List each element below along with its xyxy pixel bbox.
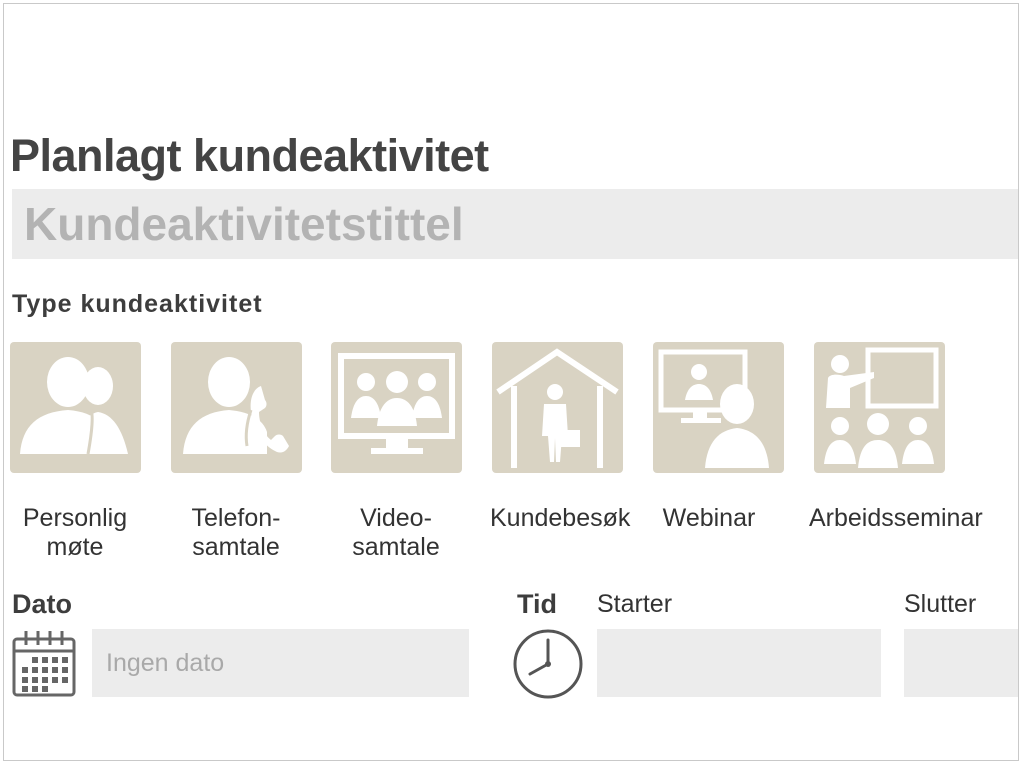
end-time-label: Slutter (904, 590, 977, 618)
label-line: samtale (352, 533, 440, 561)
label-line: Telefon- (191, 504, 281, 532)
form-frame: Planlagt kundeaktivitet Type kundeaktivi… (3, 3, 1019, 761)
label-line: møte (46, 533, 104, 561)
label-line: samtale (192, 533, 280, 561)
calendar-icon[interactable] (12, 629, 76, 699)
activity-type-label-personal: Personlig møte (4, 504, 150, 562)
label-line: Kundebesøk (490, 504, 631, 532)
page-title: Planlagt kundeaktivitet (10, 130, 489, 181)
customer-visit-icon (496, 348, 619, 468)
activity-type-video-call[interactable] (331, 342, 462, 473)
activity-type-phone-call[interactable] (171, 342, 302, 473)
activity-type-workshop[interactable] (814, 342, 945, 473)
activity-type-label-workshop: Arbeidsseminar (809, 504, 1018, 533)
start-time-label: Starter (597, 590, 673, 618)
start-time-field[interactable] (597, 629, 881, 697)
activity-title-input[interactable] (12, 189, 1018, 259)
end-time-field[interactable] (904, 629, 1018, 697)
label-line: Video- (360, 504, 432, 532)
label-line: Arbeidsseminar (809, 504, 983, 532)
activity-type-label-visit: Kundebesøk (482, 504, 634, 533)
phone-call-icon (183, 357, 289, 454)
clock-icon (513, 629, 583, 699)
activity-type-label-phone: Telefon- samtale (161, 504, 311, 562)
time-label: Tid (517, 589, 557, 619)
label-line: Personlig (22, 504, 128, 532)
video-conference-icon (338, 353, 455, 454)
date-field[interactable] (92, 629, 469, 697)
activity-type-customer-visit[interactable] (492, 342, 623, 473)
workshop-icon (824, 347, 939, 468)
webinar-icon (658, 349, 769, 468)
activity-type-personal-meeting[interactable] (10, 342, 141, 473)
activity-type-label: Type kundeaktivitet (12, 290, 263, 318)
activity-type-webinar[interactable] (653, 342, 784, 473)
activity-type-label-webinar: Webinar (644, 504, 774, 533)
meeting-people-icon (20, 357, 128, 455)
label-line: Webinar (662, 504, 756, 532)
activity-type-label-video: Video- samtale (321, 504, 471, 562)
date-label: Dato (12, 589, 72, 619)
